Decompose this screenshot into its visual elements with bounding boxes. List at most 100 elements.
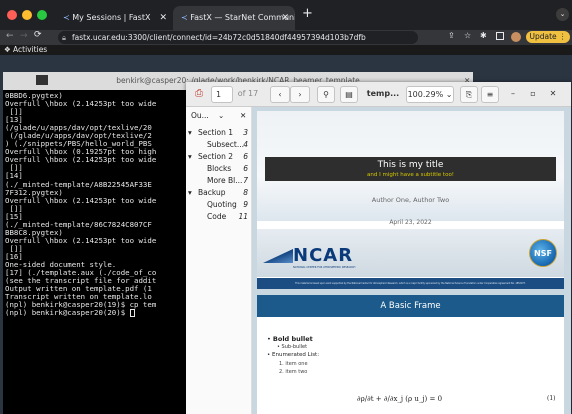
page-total: of 17 (237, 89, 259, 98)
next-page-button[interactable]: › (290, 86, 310, 103)
nsf-logo-text: NSF (534, 249, 552, 258)
star-icon[interactable]: ☆ (464, 31, 471, 40)
expand-icon[interactable]: ▾ (188, 151, 192, 163)
outline-item-label: Code (207, 212, 227, 221)
bold-bullet-text: Bold bullet (272, 335, 313, 343)
outline-item[interactable]: ▾ Section 1 3 (186, 127, 252, 139)
new-tab-button[interactable]: + (302, 6, 313, 21)
expand-icon[interactable]: ▾ (188, 187, 192, 199)
outline-label: Ou... (191, 111, 209, 120)
outline-item-label: Quoting (207, 200, 237, 209)
gnome-logo-icon: ❖ (4, 45, 11, 54)
chevron-down-icon[interactable]: ⌄ (218, 111, 224, 120)
back-icon[interactable]: ← (6, 31, 14, 41)
tab-label: FastX — StarNet Communicati (190, 13, 295, 22)
outline-item[interactable]: Quoting 9 (186, 199, 252, 211)
document-pages[interactable]: This is my title and I might have a subt… (252, 107, 571, 414)
outline-item-page: 4 (243, 140, 248, 149)
slide-title-page: This is my title and I might have a subt… (257, 111, 564, 289)
frame-title: A Basic Frame (257, 295, 564, 317)
outline-item-page: 6 (243, 152, 248, 161)
outline-item[interactable]: ▾ Backup 8 (186, 187, 252, 199)
terminal-icon (36, 75, 48, 85)
enum-item: 2. item two (279, 369, 308, 375)
outline-item-label: Subsect... (207, 140, 245, 149)
forward-icon[interactable]: → (20, 31, 28, 41)
gnome-top-bar: ❖ Activities (0, 45, 572, 55)
browser-tab-strip: ≺ My Sessions | FastX ✕ ≺ FastX — StarNe… (0, 0, 572, 30)
page-number-input[interactable]: 1 (211, 86, 233, 103)
outline-item[interactable]: Blocks 6 (186, 163, 252, 175)
outline-item[interactable]: More Bl... 7 (186, 175, 252, 187)
ncar-logo-subtitle: NATIONAL CENTER FOR ATMOSPHERIC RESEARCH (293, 266, 356, 269)
close-button[interactable]: ✕ (546, 86, 560, 103)
tab-my-sessions[interactable]: ≺ My Sessions | FastX ✕ (55, 6, 173, 30)
activities-button[interactable]: Activities (13, 45, 47, 54)
search-icon: ⚲ (323, 90, 329, 99)
outline-item[interactable]: Code 11 (186, 211, 252, 223)
page-current: 1 (216, 90, 222, 99)
annotate-button[interactable]: ▤ (340, 86, 358, 103)
maximize-button[interactable]: ▫ (526, 86, 540, 103)
prev-page-button[interactable]: ‹ (270, 86, 290, 103)
extensions-icon[interactable]: ✱ (480, 31, 487, 40)
close-icon[interactable]: ✕ (281, 6, 289, 30)
authors: Author One, Author Two (371, 196, 450, 204)
window-close-button[interactable] (7, 10, 17, 20)
pdf-app-icon: ⎙ (195, 88, 203, 99)
sidebar-icon[interactable] (496, 32, 504, 40)
bold-bullet: • Bold bullet (267, 335, 313, 343)
sub-bullet: • Sub-bullet (277, 344, 308, 350)
outline-item-page: 7 (243, 176, 248, 185)
update-label: Update (529, 32, 557, 41)
share-icon[interactable]: ⇪ (448, 31, 455, 40)
avatar[interactable] (511, 32, 521, 42)
expand-icon[interactable]: ▾ (188, 127, 192, 139)
outline-item-page: 3 (243, 128, 248, 137)
fastx-icon: ≺ (181, 13, 188, 22)
address-bar-row: ← → ⟳ 🔒︎ fastx.ucar.edu:3300/client/conn… (0, 30, 572, 45)
minimize-button[interactable]: – (506, 86, 520, 103)
save-button[interactable]: ⎘ (460, 86, 478, 103)
tab-label: My Sessions | FastX (72, 13, 151, 22)
window-maximize-button[interactable] (37, 10, 47, 20)
close-icon: ✕ (549, 89, 557, 98)
update-button[interactable]: Update ⋮ (526, 31, 570, 43)
chevron-down-icon: ⌄ (445, 90, 453, 99)
sub-bullet-text: Sub-bullet (281, 344, 308, 350)
outline-header: Ou... (191, 111, 209, 120)
search-button[interactable]: ⚲ (317, 86, 335, 103)
zoom-select[interactable]: 100.29% ⌄ (406, 86, 454, 103)
enum-label: • Enumerated List: (267, 352, 320, 358)
outline-item-page: 11 (238, 212, 248, 221)
document-filename: temp... (366, 89, 400, 98)
date: April 23, 2022 (389, 219, 432, 226)
enum-label-text: Enumerated List: (272, 352, 320, 358)
reload-icon[interactable]: ⟳ (34, 30, 42, 40)
outline-item-label: Blocks (207, 164, 232, 173)
tab-fastx-starnet[interactable]: ≺ FastX — StarNet Communicati ✕ (173, 6, 295, 30)
slide-subtitle: and I might have a subtitle too! (366, 172, 455, 178)
save-icon: ⎘ (465, 90, 473, 99)
outline-item[interactable]: Subsect... 4 (186, 139, 252, 151)
menu-button[interactable]: ≡ (481, 86, 499, 103)
url-field[interactable]: 🔒︎ fastx.ucar.edu:3300/client/connect/id… (58, 31, 418, 44)
close-icon[interactable]: ✕ (240, 111, 246, 120)
pdf-toolbar: ⎙ 1 of 17 ‹ › ⚲ ▤ temp... 100.29% ⌄ ⎘ ≡ … (186, 82, 571, 107)
terminal-cursor (129, 309, 135, 318)
outline-item[interactable]: ▾ Section 2 6 (186, 151, 252, 163)
slide-basic-frame: A Basic Frame • Bold bullet • Sub-bullet… (257, 295, 564, 414)
outline-item-page: 8 (243, 188, 248, 197)
nsf-logo: NSF (529, 239, 557, 267)
pdf-viewer-window[interactable]: ⎙ 1 of 17 ‹ › ⚲ ▤ temp... 100.29% ⌄ ⎘ ≡ … (186, 82, 571, 414)
chevron-left-icon: ‹ (278, 90, 282, 99)
chevron-down-icon[interactable]: ⌄ (556, 8, 569, 21)
outline-item-label: More Bl... (207, 176, 243, 185)
close-icon[interactable]: ✕ (159, 6, 167, 30)
url-text: fastx.ucar.edu:3300/client/connect/id=24… (72, 33, 366, 42)
window-minimize-button[interactable] (22, 10, 32, 20)
outline-item-label: Section 2 (198, 152, 234, 161)
slide-title: This is my title (377, 160, 444, 170)
outline-item-label: Backup (198, 188, 226, 197)
outline-item-page: 6 (243, 164, 248, 173)
